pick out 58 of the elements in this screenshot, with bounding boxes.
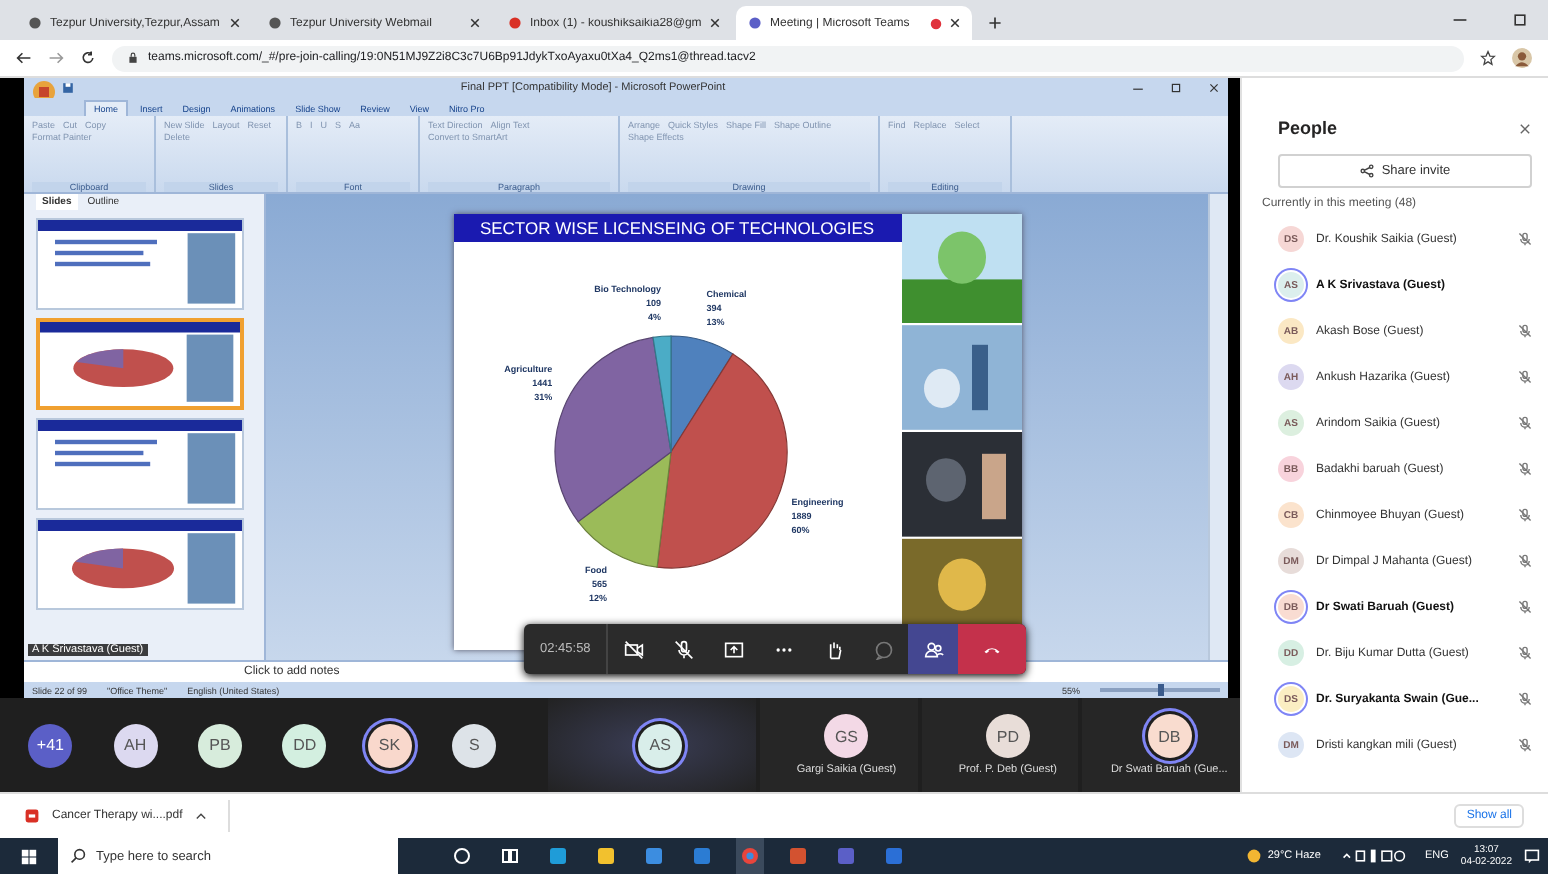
new-tab-icon[interactable]	[988, 16, 1002, 30]
participant-avatar: AH	[113, 723, 158, 767]
restore-icon[interactable]	[1170, 82, 1182, 94]
caret-icon[interactable]	[194, 809, 209, 823]
camera-off-icon	[623, 639, 644, 659]
restore-icon[interactable]	[1512, 12, 1528, 28]
participant-avatar: DB	[1147, 714, 1192, 758]
slide-thumbnail[interactable]	[36, 418, 244, 510]
close-icon[interactable]	[470, 18, 480, 28]
close-icon[interactable]	[1518, 121, 1532, 135]
participant-tile[interactable]: DD	[254, 698, 340, 792]
site-icon	[508, 16, 522, 30]
scrollbar[interactable]	[1208, 194, 1228, 660]
slide-title: SECTOR WISE LICENSEING OF TECHNOLOGIES	[453, 214, 901, 242]
site-icon	[748, 16, 762, 30]
people-button[interactable]	[908, 624, 959, 674]
mic-off-icon	[673, 639, 694, 659]
participant-avatar: +41	[28, 723, 73, 767]
chat-icon	[873, 639, 894, 659]
participant-avatar: GS	[824, 714, 869, 758]
profile-avatar[interactable]	[1512, 48, 1532, 68]
back-icon[interactable]	[16, 50, 32, 66]
site-icon	[28, 16, 42, 30]
participant-avatar: AS	[638, 723, 683, 767]
participant-tile[interactable]: +41	[0, 698, 85, 792]
share-icon	[723, 639, 744, 659]
participant-tile[interactable]: SK	[339, 698, 424, 792]
save-icon[interactable]	[62, 82, 74, 94]
site-icon	[268, 16, 282, 30]
participant-avatar: PB	[197, 723, 242, 767]
participant-avatar: DD	[282, 723, 327, 767]
panel-title: People	[1278, 118, 1338, 138]
participant-avatar: S	[452, 723, 497, 767]
slide-thumbnail[interactable]	[36, 518, 244, 610]
forward-icon[interactable]	[48, 50, 64, 66]
participant-avatar: PD	[985, 714, 1030, 758]
share-icon	[1359, 164, 1374, 178]
notification-icon[interactable]	[1524, 848, 1540, 864]
search-icon	[70, 848, 86, 864]
slide-thumbnail[interactable]	[36, 318, 244, 410]
windows-icon[interactable]	[20, 847, 38, 865]
star-icon[interactable]	[1480, 50, 1496, 66]
participant-tile[interactable]: S	[423, 698, 549, 792]
close-icon[interactable]	[1208, 82, 1220, 94]
reload-icon[interactable]	[80, 50, 96, 66]
participant-tile[interactable]: AS	[548, 698, 756, 792]
weather-icon	[1245, 848, 1262, 864]
pdf-icon	[24, 808, 40, 824]
lock-icon	[128, 52, 138, 64]
slide-thumbnail[interactable]	[36, 218, 244, 310]
participant-tile[interactable]: AH	[84, 698, 170, 792]
close-icon[interactable]	[710, 18, 720, 28]
people-icon	[923, 639, 944, 659]
close-icon[interactable]	[230, 18, 240, 28]
zoom-slider-thumb[interactable]	[1157, 684, 1163, 696]
participant-tile[interactable]: PB	[169, 698, 255, 792]
close-icon[interactable]	[950, 18, 960, 28]
participant-avatar: SK	[367, 723, 412, 767]
